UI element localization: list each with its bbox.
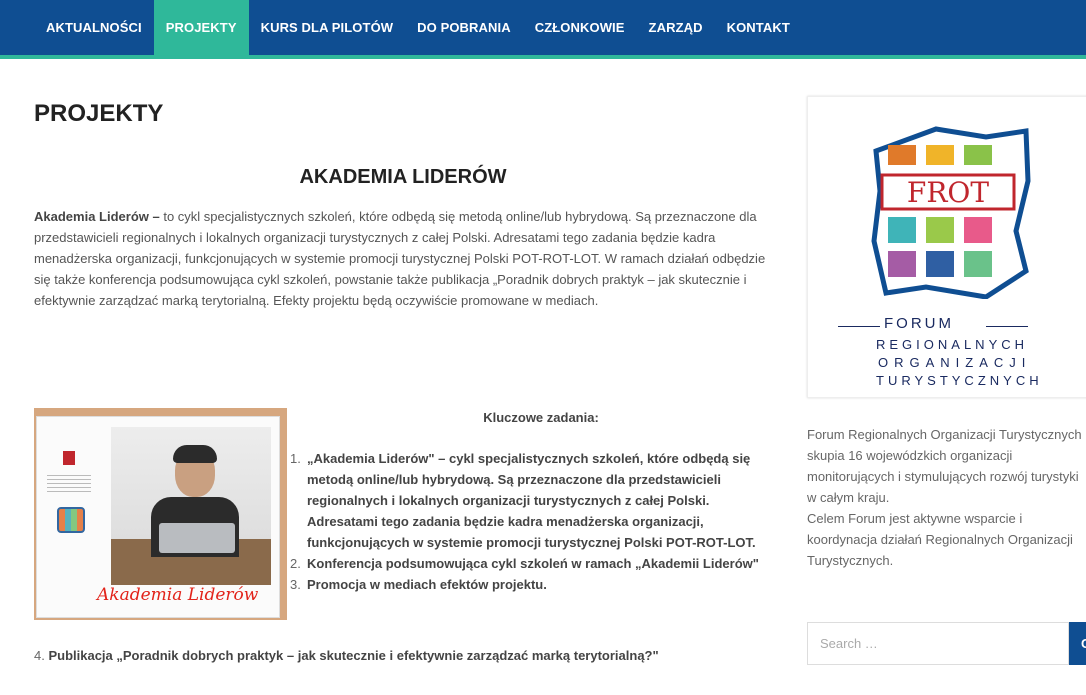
tasks-list: 1. „Akademia Liderów" – cykl specjalisty… [290, 448, 780, 595]
frot-map-logo-icon: FROT [871, 126, 1031, 299]
logo-line-2: REGIONALNYCH [876, 337, 1029, 352]
polaroid-frame: Akademia Liderów [36, 416, 280, 618]
page-title: PROJEKTY [34, 100, 164, 127]
nav-item-czlonkowie[interactable]: CZŁONKOWIE [523, 0, 637, 55]
svg-text:FROT: FROT [907, 176, 989, 209]
photo [111, 427, 271, 585]
intro-paragraph: Akademia Liderów – to cykl specjalistycz… [34, 206, 774, 311]
laptop-icon [159, 523, 235, 553]
tasks-heading: Kluczowe zadania: [483, 410, 599, 425]
nav-item-aktualnosci[interactable]: AKTUALNOŚCI [34, 0, 154, 55]
akademia-liderow-image: Akademia Liderów [34, 408, 287, 620]
logo-line-4: TURYSTYCZNYCH [876, 373, 1043, 388]
search-input[interactable] [807, 622, 1069, 665]
task-item: 4. Publikacja „Poradnik dobrych praktyk … [34, 648, 659, 663]
search-button[interactable]: GO [1069, 622, 1086, 665]
task-item: 2. Konferencja podsumowująca cykl szkole… [290, 556, 759, 571]
section-title: AKADEMIA LIDERÓW [299, 166, 507, 188]
akademia-liderow-logo: Akademia Liderów [97, 585, 259, 605]
nav-item-kontakt[interactable]: KONTAKT [715, 0, 802, 55]
task-item: 3. Promocja w mediach efektów projektu. [290, 577, 547, 592]
logo-forum-text: FORUM [884, 315, 954, 332]
nav-item-zarzad[interactable]: ZARZĄD [637, 0, 715, 55]
emblem-icon [63, 451, 75, 465]
main-navigation: AKTUALNOŚCI PROJEKTY KURS DLA PILOTÓW DO… [0, 0, 1086, 59]
sidebar-description: Forum Regionalnych Organizacji Turystycz… [807, 427, 1082, 568]
logo-line-3: ORGANIZACJI [878, 355, 1032, 370]
task-item: 1. „Akademia Liderów" – cykl specjalisty… [290, 451, 756, 550]
nav-item-projekty[interactable]: PROJEKTY [153, 0, 249, 55]
frot-logo: FROT FORUM REGIONALNYCH ORGANIZACJI TURY… [807, 96, 1086, 398]
intro-bold: Akademia Liderów – [34, 209, 160, 224]
nav-menu: AKTUALNOŚCI PROJEKTY KURS DLA PILOTÓW DO… [34, 0, 802, 55]
nav-item-do-pobrania[interactable]: DO POBRANIA [405, 0, 523, 55]
frot-map-icon [57, 507, 85, 533]
ministry-text-graphic [47, 475, 91, 495]
nav-item-kurs-dla-pilotow[interactable]: KURS DLA PILOTÓW [249, 0, 406, 55]
